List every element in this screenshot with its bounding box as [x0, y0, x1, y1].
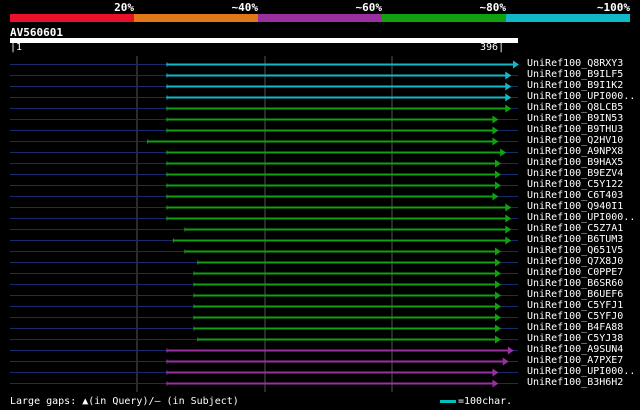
hit-label[interactable]: UniRef100_B3H6H2 — [527, 377, 623, 388]
hit-label[interactable]: UniRef100_Q8RXY3 — [527, 58, 623, 69]
hit-end-arrow — [494, 159, 501, 168]
scale-key-swatch — [440, 399, 456, 403]
hit-label[interactable]: UniRef100_A9NPX8 — [527, 146, 623, 157]
hit-end-arrow — [492, 137, 499, 146]
hit-label[interactable]: UniRef100_C5Z7A1 — [527, 223, 623, 234]
hit-label[interactable]: UniRef100_Q651V5 — [527, 245, 623, 256]
hit-label[interactable]: UniRef100_B9ILF5 — [527, 69, 623, 80]
hit-end-arrow — [494, 269, 501, 278]
hit-end-arrow — [492, 192, 499, 201]
hit-label[interactable]: UniRef100_B4FA88 — [527, 322, 623, 333]
hit-label[interactable]: UniRef100_B9I1K2 — [527, 80, 623, 91]
hit-end-arrow — [494, 335, 501, 344]
hit-label[interactable]: UniRef100_B6UEF6 — [527, 289, 623, 300]
hit-end-arrow — [502, 357, 509, 366]
hit-label[interactable]: UniRef100_B6TUM3 — [527, 234, 623, 245]
hit-label[interactable]: UniRef100_UPI000.. — [527, 91, 635, 102]
hit-end-arrow — [505, 82, 512, 91]
hit-end-arrow — [494, 324, 501, 333]
hit-end-arrow — [494, 181, 501, 190]
hit-end-arrow — [505, 104, 512, 113]
hit-label[interactable]: UniRef100_UPI000.. — [527, 212, 635, 223]
hit-end-arrow — [505, 203, 512, 212]
hit-label[interactable]: UniRef100_Q940I1 — [527, 201, 623, 212]
hit-end-arrow — [494, 170, 501, 179]
hit-label[interactable]: UniRef100_B9HAX5 — [527, 157, 623, 168]
hit-label[interactable]: UniRef100_A7PXE7 — [527, 355, 623, 366]
footer-gaps-legend: Large gaps: ▲(in Query)/– (in Subject) — [10, 396, 239, 407]
hit-end-arrow — [500, 148, 507, 157]
hit-end-arrow — [492, 379, 499, 388]
hit-end-arrow — [494, 258, 501, 267]
hit-end-arrow — [505, 236, 512, 245]
hit-end-arrow — [505, 93, 512, 102]
hit-label[interactable]: UniRef100_Q7X8J0 — [527, 256, 623, 267]
hit-label[interactable]: UniRef100_Q8LCB5 — [527, 102, 623, 113]
hit-label[interactable]: UniRef100_C5Y122 — [527, 179, 623, 190]
hit-label[interactable]: UniRef100_B9EZV4 — [527, 168, 623, 179]
hit-label[interactable]: UniRef100_C0PPE7 — [527, 267, 623, 278]
hit-label[interactable]: UniRef100_B6SR60 — [527, 278, 623, 289]
hit-label[interactable]: UniRef100_A9SUN4 — [527, 344, 623, 355]
hit-label[interactable]: UniRef100_C6T403 — [527, 190, 623, 201]
hit-end-arrow — [494, 280, 501, 289]
hit-end-arrow — [494, 247, 501, 256]
hit-end-arrow — [492, 368, 499, 377]
hit-label[interactable]: UniRef100_C5YFJ0 — [527, 311, 623, 322]
hit-label[interactable]: UniRef100_B9THU3 — [527, 124, 623, 135]
footer-scale-key: =100char. — [440, 396, 512, 407]
hit-label[interactable]: UniRef100_UPI000.. — [527, 366, 635, 377]
hit-end-arrow — [494, 291, 501, 300]
hit-end-arrow — [494, 302, 501, 311]
hit-label[interactable]: UniRef100_C5YJ38 — [527, 333, 623, 344]
hit-label[interactable]: UniRef100_C5YFJ1 — [527, 300, 623, 311]
hit-end-arrow — [492, 115, 499, 124]
hit-label[interactable]: UniRef100_B9IN53 — [527, 113, 623, 124]
hit-end-arrow — [505, 225, 512, 234]
hit-end-arrow — [507, 346, 514, 355]
hit-label[interactable]: UniRef100_Q2HV10 — [527, 135, 623, 146]
hit-end-arrow — [513, 60, 519, 69]
hit-end-arrow — [494, 313, 501, 322]
hit-end-arrow — [505, 214, 512, 223]
hit-end-arrow — [505, 71, 512, 80]
hit-end-arrow — [492, 126, 499, 135]
